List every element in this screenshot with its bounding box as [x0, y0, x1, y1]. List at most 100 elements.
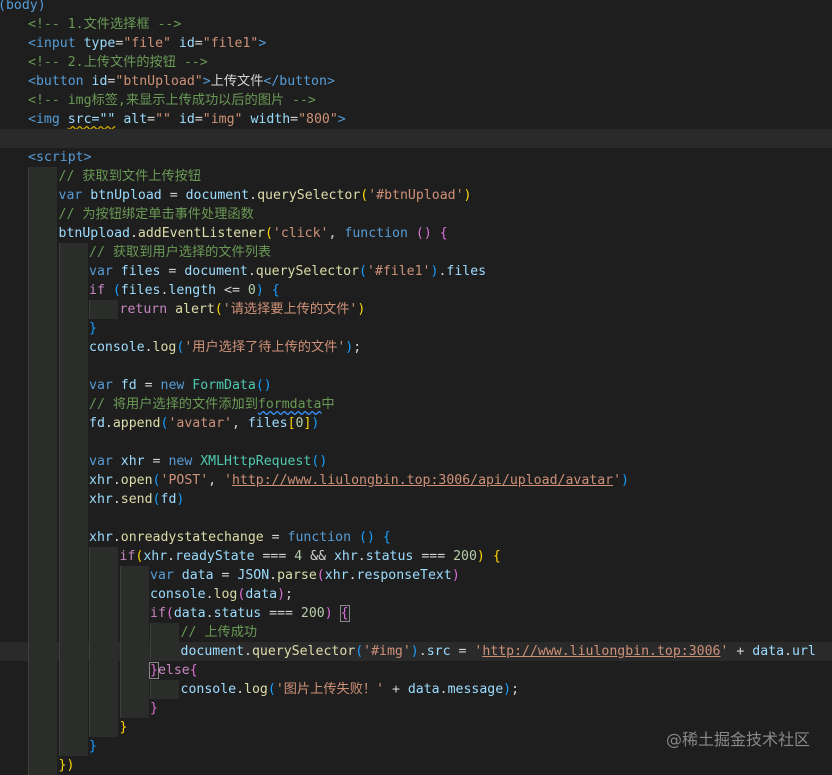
- code-line[interactable]: <input type="file" id="file1">: [0, 34, 832, 53]
- code-line[interactable]: <!-- 1.文件选择框 -->: [0, 15, 832, 34]
- watermark: @稀土掘金技术社区: [665, 730, 810, 749]
- code-token: width: [250, 112, 291, 127]
- code-token: .: [439, 682, 448, 697]
- code-line[interactable]: // 将用户选择的文件添加到formdata中: [0, 395, 832, 414]
- code-token: var: [58, 188, 83, 203]
- code-line[interactable]: <!-- img标签,来显示上传成功以后的图片 -->: [0, 91, 832, 110]
- indent-guide: [28, 186, 57, 205]
- code-token: .: [244, 644, 252, 659]
- indent-guide: [89, 566, 118, 585]
- code-token: <input: [28, 36, 76, 51]
- indent-guide: [28, 680, 57, 699]
- code-token: ,: [208, 473, 225, 488]
- code-line[interactable]: return alert('请选择要上传的文件'): [0, 300, 832, 319]
- code-token: =: [194, 36, 203, 51]
- code-line[interactable]: }: [0, 319, 832, 338]
- code-line[interactable]: [0, 357, 832, 376]
- code-token: '#btnUpload': [368, 188, 464, 203]
- code-token: xhr: [89, 473, 113, 488]
- code-line[interactable]: var xhr = new XMLHttpRequest(): [0, 452, 832, 471]
- code-line[interactable]: console.log('用户选择了待上传的文件');: [0, 338, 832, 357]
- code-token: {: [189, 663, 198, 678]
- code-token: function: [344, 226, 408, 241]
- code-token: // 为按钮绑定单击事件处理函数: [58, 207, 254, 222]
- code-token: length: [168, 283, 217, 298]
- code-token: .: [784, 644, 792, 659]
- code-line[interactable]: btnUpload.addEventListener('click', func…: [0, 224, 832, 243]
- indent-guide: [89, 642, 118, 661]
- code-token: console: [89, 340, 145, 355]
- code-token: }: [89, 321, 97, 336]
- code-line[interactable]: }): [0, 756, 832, 775]
- code-line[interactable]: var fd = new FormData(): [0, 376, 832, 395]
- indent-guide: [119, 604, 149, 623]
- indent-guide: [28, 509, 57, 528]
- code-line[interactable]: xhr.open('POST', 'http://www.liulongbin.…: [0, 471, 832, 490]
- code-line[interactable]: var btnUpload = document.querySelector('…: [0, 186, 832, 205]
- code-line[interactable]: // 获取到用户选择的文件列表: [0, 243, 832, 262]
- code-token: {: [339, 605, 350, 622]
- code-token: querySelector: [255, 264, 360, 279]
- indent-guide: [28, 585, 57, 604]
- indent-guide: [28, 490, 57, 509]
- code-text: }: [150, 699, 158, 718]
- indent-guide: [58, 642, 88, 661]
- code-line[interactable]: document.querySelector('#img').src = 'ht…: [0, 642, 832, 661]
- code-line[interactable]: if (files.length <= 0) {: [0, 281, 832, 300]
- code-line[interactable]: // 上传成功: [0, 623, 832, 642]
- code-token: ): [311, 416, 320, 431]
- code-token: =: [160, 264, 185, 279]
- indent-guide: [28, 566, 57, 585]
- code-text: xhr.send(fd): [89, 490, 184, 509]
- code-line[interactable]: <button id="btnUpload">上传文件</button>: [0, 72, 832, 91]
- indent-guide: [58, 300, 88, 319]
- code-text: fd.append('avatar', files[0]): [89, 414, 319, 433]
- code-token: '#img': [363, 644, 411, 659]
- code-line[interactable]: // 获取到文件上传按钮: [0, 167, 832, 186]
- code-line[interactable]: console.log('图片上传失败！' + data.message);: [0, 680, 832, 699]
- code-token: 'click': [272, 226, 329, 241]
- code-token: // 将用户选择的文件添加到: [89, 397, 258, 412]
- code-token: {: [271, 283, 280, 298]
- code-line[interactable]: console.log(data);: [0, 585, 832, 604]
- code-line[interactable]: // 为按钮绑定单击事件处理函数: [0, 205, 832, 224]
- code-line[interactable]: var files = document.querySelector('#fil…: [0, 262, 832, 281]
- code-text: // 为按钮绑定单击事件处理函数: [59, 205, 254, 224]
- code-line[interactable]: (body): [0, 0, 832, 15]
- code-token: =: [147, 112, 156, 127]
- code-token: function: [287, 530, 352, 545]
- code-line[interactable]: }: [0, 699, 832, 718]
- indent-guide: [150, 623, 179, 642]
- code-line[interactable]: if(xhr.readyState === 4 && xhr.status ==…: [0, 547, 832, 566]
- code-line[interactable]: var data = JSON.parse(xhr.responseText): [0, 566, 832, 585]
- code-text: }: [89, 737, 97, 756]
- code-line[interactable]: <script>: [0, 148, 832, 167]
- code-token: XMLHttpRequest: [200, 454, 312, 469]
- code-token: readyState: [175, 549, 255, 564]
- indent-guide: [58, 376, 88, 395]
- code-token: new: [168, 454, 193, 469]
- code-line[interactable]: [0, 509, 832, 528]
- code-line[interactable]: <img src="" alt="" id="img" width="800">: [0, 110, 832, 129]
- indent-guide: [28, 699, 57, 718]
- code-line[interactable]: fd.append('avatar', files[0]): [0, 414, 832, 433]
- code-line[interactable]: }else{: [0, 661, 832, 680]
- code-token: {: [382, 530, 391, 545]
- code-line[interactable]: xhr.send(fd): [0, 490, 832, 509]
- code-token: ;: [285, 587, 293, 602]
- code-token: "800": [298, 112, 338, 127]
- code-text: document.querySelector('#img').src = 'ht…: [181, 642, 816, 661]
- code-line[interactable]: [0, 129, 832, 148]
- code-text: var files = document.querySelector('#fil…: [89, 262, 486, 281]
- code-text: // 获取到用户选择的文件列表: [89, 243, 271, 262]
- code-line[interactable]: [0, 433, 832, 452]
- code-editor[interactable]: (body) <!-- 1.文件选择框 --> <input type = "file"…: [0, 0, 832, 775]
- code-line[interactable]: xhr.onreadystatechange = function () {: [0, 528, 832, 547]
- code-token: }: [150, 701, 158, 716]
- code-token: ;: [353, 340, 362, 355]
- code-line[interactable]: if(data.status === 200) {: [0, 604, 832, 623]
- code-token: ===: [254, 549, 295, 564]
- code-line[interactable]: <!-- 2.上传文件的按钮 -->: [0, 53, 832, 72]
